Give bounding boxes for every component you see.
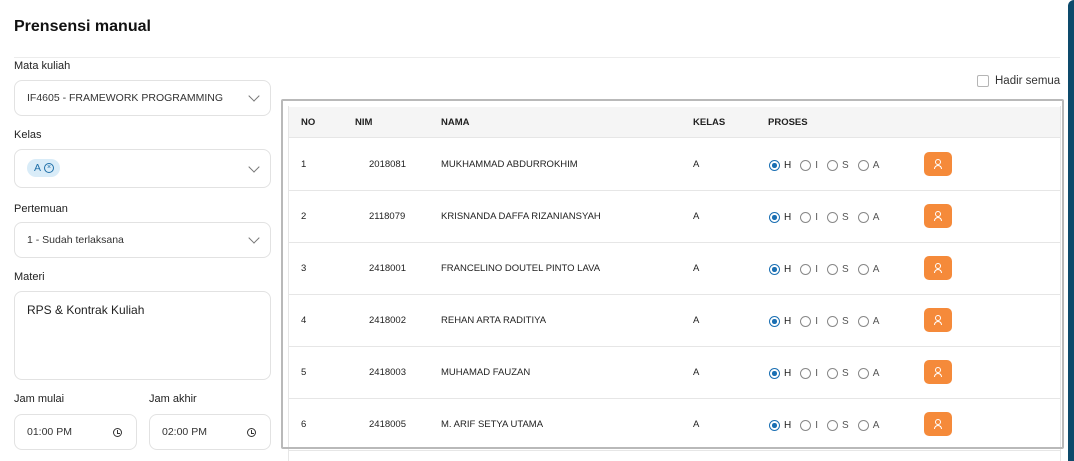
- table-focus-frame: [281, 99, 1064, 449]
- materi-textarea[interactable]: RPS & Kontrak Kuliah: [14, 291, 271, 380]
- pertemuan-value: 1 - Sudah terlaksana: [27, 234, 124, 246]
- close-circle-icon[interactable]: ×: [44, 163, 55, 173]
- jam-mulai-label: Jam mulai: [14, 393, 65, 405]
- clock-icon[interactable]: [113, 428, 122, 437]
- hadir-semua-label: Hadir semua: [995, 75, 1061, 87]
- jam-mulai-input[interactable]: 01:00 PM: [14, 414, 137, 450]
- pertemuan-label: Pertemuan: [14, 203, 68, 215]
- kelas-label: Kelas: [14, 129, 42, 141]
- kelas-chip: A ×: [27, 159, 61, 177]
- window-edge: [1068, 0, 1074, 461]
- jam-akhir-value: 02:00 PM: [162, 426, 207, 438]
- mata-kuliah-label: Mata kuliah: [14, 60, 71, 72]
- hadir-semua-checkbox[interactable]: [977, 75, 989, 87]
- jam-mulai-value: 01:00 PM: [27, 426, 72, 438]
- pertemuan-select[interactable]: 1 - Sudah terlaksana: [14, 222, 271, 258]
- mata-kuliah-value: IF4605 - FRAMEWORK PROGRAMMING: [27, 92, 224, 104]
- chevron-down-icon: [248, 90, 260, 102]
- clock-icon[interactable]: [247, 428, 256, 437]
- jam-akhir-label: Jam akhir: [149, 393, 197, 405]
- chevron-down-icon: [248, 161, 260, 173]
- hadir-semua-toggle[interactable]: Hadir semua: [977, 75, 1060, 87]
- materi-value: RPS & Kontrak Kuliah: [27, 303, 145, 317]
- kelas-select[interactable]: A ×: [14, 149, 271, 188]
- materi-label: Materi: [14, 271, 45, 283]
- title-divider: [14, 57, 1060, 58]
- kelas-chip-label: A: [34, 162, 42, 174]
- mata-kuliah-select[interactable]: IF4605 - FRAMEWORK PROGRAMMING: [14, 80, 271, 116]
- jam-akhir-input[interactable]: 02:00 PM: [149, 414, 271, 450]
- page-title: Prensensi manual: [14, 18, 151, 35]
- chevron-down-icon: [248, 232, 260, 244]
